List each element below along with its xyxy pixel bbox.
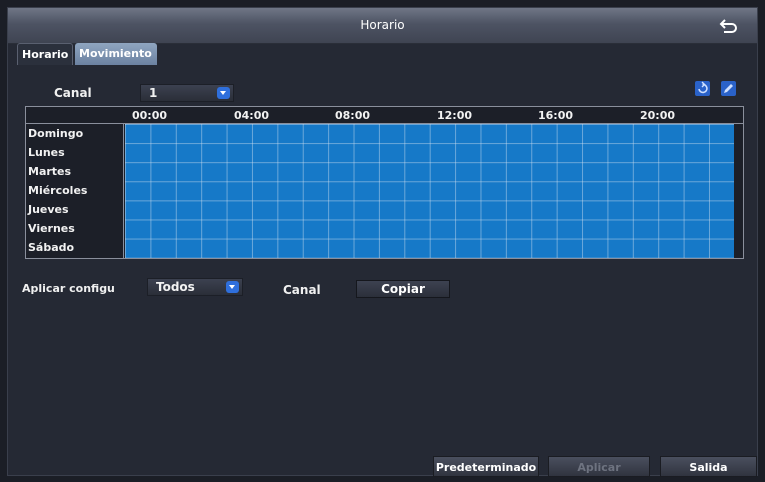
day-column: Domingo Lunes Martes Miércoles Jueves Vi…: [26, 124, 124, 258]
apply-config-select[interactable]: Todos: [147, 278, 243, 296]
chevron-down-icon: [217, 87, 230, 99]
day-label-sabado: Sábado: [28, 241, 75, 254]
apply-channel-label: Canal: [283, 283, 321, 297]
time-label: 08:00: [335, 109, 371, 122]
apply-config-select-value: Todos: [156, 280, 195, 294]
channel-label: Canal: [54, 86, 92, 100]
copy-button[interactable]: Copiar: [356, 280, 450, 298]
apply-config-label: Aplicar configu: [22, 282, 115, 295]
apply-button[interactable]: Aplicar: [548, 456, 650, 477]
tab-movimiento[interactable]: Movimiento: [75, 43, 157, 65]
exit-button[interactable]: Salida: [660, 456, 757, 477]
day-label-miercoles: Miércoles: [28, 184, 88, 197]
time-label: 20:00: [640, 109, 676, 122]
day-label-martes: Martes: [28, 165, 72, 178]
refresh-icon[interactable]: [695, 81, 710, 96]
title-bar: Horario: [8, 8, 757, 44]
default-button[interactable]: Predeterminado: [433, 456, 539, 477]
channel-select-value: 1: [149, 86, 158, 100]
window-title: Horario: [360, 18, 405, 32]
day-label-domingo: Domingo: [28, 127, 84, 140]
chevron-down-icon: [226, 281, 239, 293]
schedule-grid: 00:00 04:00 08:00 12:00 16:00 20:00 Domi…: [25, 106, 744, 259]
day-label-jueves: Jueves: [28, 203, 69, 216]
grid-time-header: 00:00 04:00 08:00 12:00 16:00 20:00: [26, 107, 743, 124]
day-label-lunes: Lunes: [28, 146, 65, 159]
time-label: 12:00: [437, 109, 473, 122]
time-label: 04:00: [234, 109, 270, 122]
day-label-viernes: Viernes: [28, 222, 75, 235]
schedule-cells[interactable]: [125, 124, 734, 258]
time-label: 16:00: [538, 109, 574, 122]
time-label: 00:00: [132, 109, 168, 122]
back-arrow-icon[interactable]: [719, 16, 739, 36]
tab-horario[interactable]: Horario: [17, 43, 73, 65]
pencil-icon[interactable]: [721, 81, 736, 96]
channel-select[interactable]: 1: [140, 84, 234, 102]
